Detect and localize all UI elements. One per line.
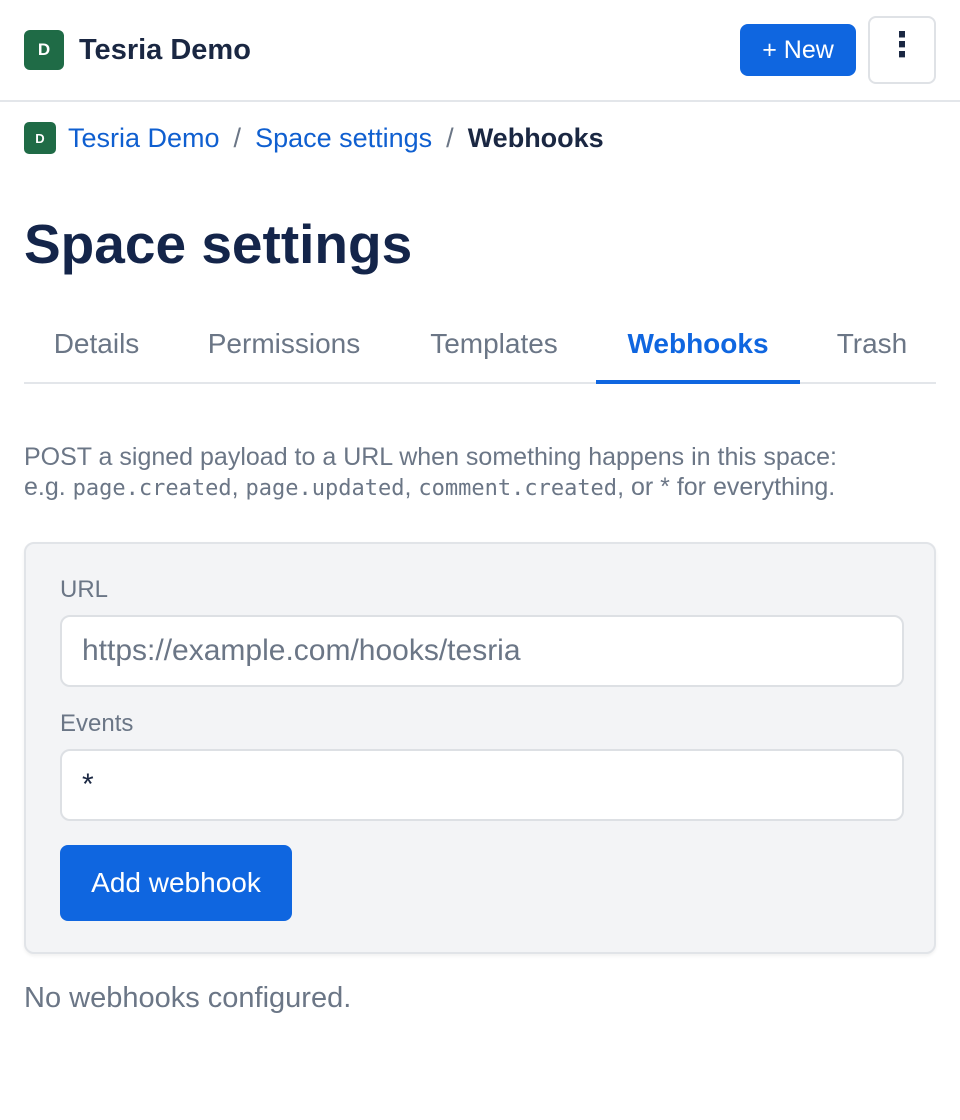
breadcrumb-separator: /: [446, 122, 454, 153]
breadcrumb-settings-link[interactable]: Space settings: [255, 123, 432, 154]
new-button[interactable]: + New: [740, 24, 856, 76]
tab-details[interactable]: Details: [24, 306, 169, 382]
events-label: Events: [60, 710, 134, 737]
url-label: URL: [60, 576, 109, 603]
tab-webhooks[interactable]: Webhooks: [596, 306, 800, 384]
breadcrumb: D Tesria Demo / Space settings / Webhook…: [24, 121, 604, 155]
empty-state: No webhooks configured.: [24, 982, 352, 1014]
space-avatar: D: [24, 30, 64, 70]
description-line: POST a signed payload to a URL when some…: [24, 443, 838, 471]
event-code: page.created: [72, 476, 232, 501]
breadcrumb-separator: /: [233, 122, 242, 153]
add-webhook-button[interactable]: Add webhook: [60, 845, 292, 921]
breadcrumb-space-link[interactable]: Tesria Demo: [68, 123, 220, 154]
tab-permissions[interactable]: Permissions: [189, 306, 379, 382]
page-title: Space settings: [24, 213, 413, 275]
event-code: page.updated: [245, 476, 405, 501]
examples-prefix: e.g.: [24, 473, 73, 501]
or-text: , or: [617, 473, 661, 501]
more-options-icon[interactable]: ⋮: [868, 16, 936, 84]
wildcard-text: *: [660, 473, 670, 501]
comma: ,: [404, 473, 419, 501]
space-name: Tesria Demo: [79, 33, 251, 66]
examples-suffix: for everything.: [669, 473, 836, 501]
breadcrumb-space-avatar: D: [24, 122, 56, 154]
url-input[interactable]: https://example.com/hooks/tesria: [60, 615, 904, 687]
events-input[interactable]: *: [60, 749, 904, 821]
tab-templates[interactable]: Templates: [408, 306, 580, 382]
add-webhook-form: URL https://example.com/hooks/tesria Eve…: [24, 542, 936, 954]
top-bar: D Tesria Demo + New ⋮: [0, 0, 960, 102]
description-examples: e.g. page.created, page.updated, comment…: [24, 472, 936, 504]
tab-trash[interactable]: Trash: [820, 306, 924, 382]
comma: ,: [231, 473, 246, 501]
breadcrumb-current: Webhooks: [467, 122, 604, 153]
space-brand[interactable]: D Tesria Demo: [24, 30, 251, 70]
settings-tabs: Details Permissions Templates Webhooks T…: [24, 306, 936, 384]
event-code: comment.created: [418, 476, 618, 501]
webhooks-description: POST a signed payload to a URL when some…: [24, 442, 936, 504]
